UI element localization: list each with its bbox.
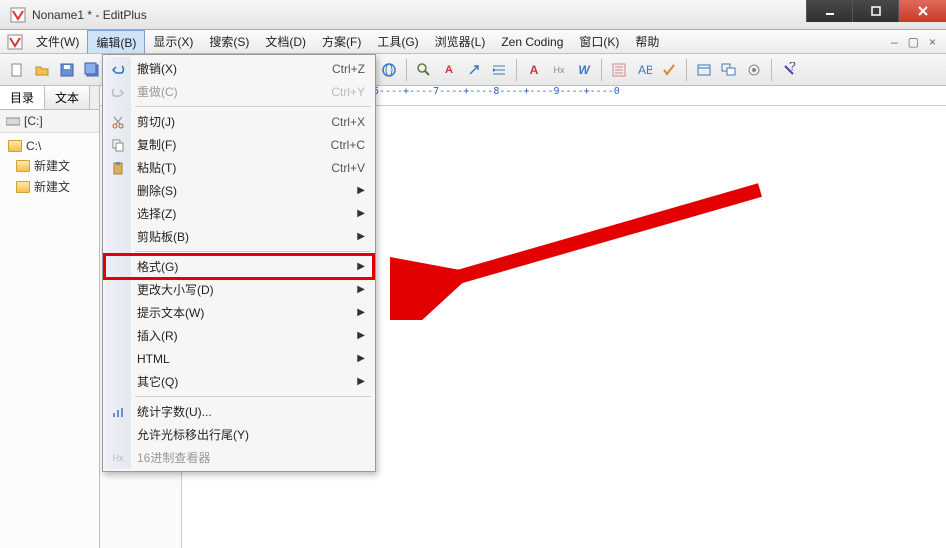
stats-icon xyxy=(110,404,126,420)
close-button[interactable] xyxy=(898,0,946,22)
font-button[interactable]: A xyxy=(523,59,545,81)
paste-item[interactable]: 粘贴(T) Ctrl+V xyxy=(105,156,373,179)
wordwrap-button[interactable]: W xyxy=(573,59,595,81)
titlebar: Noname1 * - EditPlus xyxy=(0,0,946,30)
menu-file[interactable]: 文件(W) xyxy=(28,30,87,53)
mdi-close-icon[interactable]: × xyxy=(929,35,936,49)
menubar: 文件(W) 编辑(B) 显示(X) 搜索(S) 文档(D) 方案(F) 工具(G… xyxy=(0,30,946,54)
redo-item: 重做(C) Ctrl+Y xyxy=(105,80,373,103)
cut-icon xyxy=(110,114,126,130)
app-small-icon xyxy=(7,34,23,50)
submenu-arrow-icon: ▶ xyxy=(357,231,365,242)
menu-search[interactable]: 搜索(S) xyxy=(201,30,257,53)
submenu-arrow-icon: ▶ xyxy=(357,261,365,272)
save-all-button[interactable] xyxy=(81,59,103,81)
paste-icon xyxy=(110,160,126,176)
submenu-arrow-icon: ▶ xyxy=(357,330,365,341)
word-count-item[interactable]: 统计字数(U)... xyxy=(105,400,373,423)
submenu-arrow-icon: ▶ xyxy=(357,376,365,387)
cut-item[interactable]: 剪切(J) Ctrl+X xyxy=(105,110,373,133)
minimize-button[interactable] xyxy=(806,0,852,22)
change-case-item[interactable]: 更改大小写(D)▶ xyxy=(105,278,373,301)
sidebar-tab-directory[interactable]: 目录 xyxy=(0,86,45,109)
settings-button[interactable] xyxy=(743,59,765,81)
mdi-controls: – ▢ × xyxy=(891,30,946,53)
format-item[interactable]: 格式(G)▶ xyxy=(105,255,373,278)
open-file-button[interactable] xyxy=(31,59,53,81)
submenu-arrow-icon: ▶ xyxy=(357,284,365,295)
list1-button[interactable] xyxy=(608,59,630,81)
root-folder[interactable]: C:\ xyxy=(2,137,97,155)
clipboard-item[interactable]: 剪贴板(B)▶ xyxy=(105,225,373,248)
folder-icon xyxy=(16,181,30,193)
redo-icon xyxy=(110,84,126,100)
folder-icon xyxy=(8,140,22,152)
window1-button[interactable] xyxy=(693,59,715,81)
submenu-arrow-icon: ▶ xyxy=(357,185,365,196)
delete-item[interactable]: 删除(S)▶ xyxy=(105,179,373,202)
html-item[interactable]: HTML▶ xyxy=(105,347,373,370)
drive-icon xyxy=(6,115,20,127)
menu-zen-coding[interactable]: Zen Coding xyxy=(493,30,571,53)
mdi-minimize-icon[interactable]: – xyxy=(891,35,898,49)
mdi-restore-icon[interactable]: ▢ xyxy=(908,35,919,49)
submenu-arrow-icon: ▶ xyxy=(357,307,365,318)
menu-document[interactable]: 文档(D) xyxy=(257,30,314,53)
menu-help[interactable]: 帮助 xyxy=(627,30,667,53)
hint-text-item[interactable]: 提示文本(W)▶ xyxy=(105,301,373,324)
folder-item[interactable]: 新建文 xyxy=(2,176,97,197)
undo-item[interactable]: 撤销(X) Ctrl+Z xyxy=(105,57,373,80)
hex-viewer-item: Hx 16进制查看器 xyxy=(105,446,373,469)
undo-icon xyxy=(110,61,126,77)
drive-selector[interactable]: [C:] xyxy=(0,110,99,133)
submenu-arrow-icon: ▶ xyxy=(357,208,365,219)
window2-button[interactable] xyxy=(718,59,740,81)
folder-icon xyxy=(16,160,30,172)
new-file-button[interactable] xyxy=(6,59,28,81)
svg-text:AB: AB xyxy=(638,63,652,77)
save-button[interactable] xyxy=(56,59,78,81)
find-button[interactable] xyxy=(413,59,435,81)
app-icon xyxy=(10,7,26,23)
svg-text:?: ? xyxy=(789,62,796,73)
menu-browser[interactable]: 浏览器(L) xyxy=(427,30,494,53)
menu-tools[interactable]: 工具(G) xyxy=(369,30,426,53)
toolbar-right: A A Hx W AB ? xyxy=(378,56,800,84)
menu-window[interactable]: 窗口(K) xyxy=(571,30,627,53)
help-button[interactable]: ? xyxy=(778,59,800,81)
sidebar: 目录 文本 [C:] C:\ 新建文 新建文 xyxy=(0,86,100,548)
menu-edit[interactable]: 编辑(B) xyxy=(87,30,145,53)
menu-view[interactable]: 显示(X) xyxy=(145,30,201,53)
submenu-arrow-icon: ▶ xyxy=(357,353,365,364)
hex-button[interactable]: Hx xyxy=(548,59,570,81)
folder-item[interactable]: 新建文 xyxy=(2,155,97,176)
copy-icon xyxy=(110,137,126,153)
insert-item[interactable]: 插入(R)▶ xyxy=(105,324,373,347)
menu-project[interactable]: 方案(F) xyxy=(314,30,369,53)
replace-button[interactable]: A xyxy=(438,59,460,81)
list2-button[interactable]: AB xyxy=(633,59,655,81)
indent-button[interactable] xyxy=(488,59,510,81)
hex-icon: Hx xyxy=(110,450,126,466)
check-button[interactable] xyxy=(658,59,680,81)
sidebar-tab-text[interactable]: 文本 xyxy=(45,86,90,109)
copy-item[interactable]: 复制(F) Ctrl+C xyxy=(105,133,373,156)
select-item[interactable]: 选择(Z)▶ xyxy=(105,202,373,225)
maximize-button[interactable] xyxy=(852,0,898,22)
other-item[interactable]: 其它(Q)▶ xyxy=(105,370,373,393)
allow-cursor-eol-item[interactable]: 允许光标移出行尾(Y) xyxy=(105,423,373,446)
goto-button[interactable] xyxy=(463,59,485,81)
browser-button[interactable] xyxy=(378,59,400,81)
edit-menu-dropdown: 撤销(X) Ctrl+Z 重做(C) Ctrl+Y 剪切(J) Ctrl+X 复… xyxy=(102,54,376,472)
